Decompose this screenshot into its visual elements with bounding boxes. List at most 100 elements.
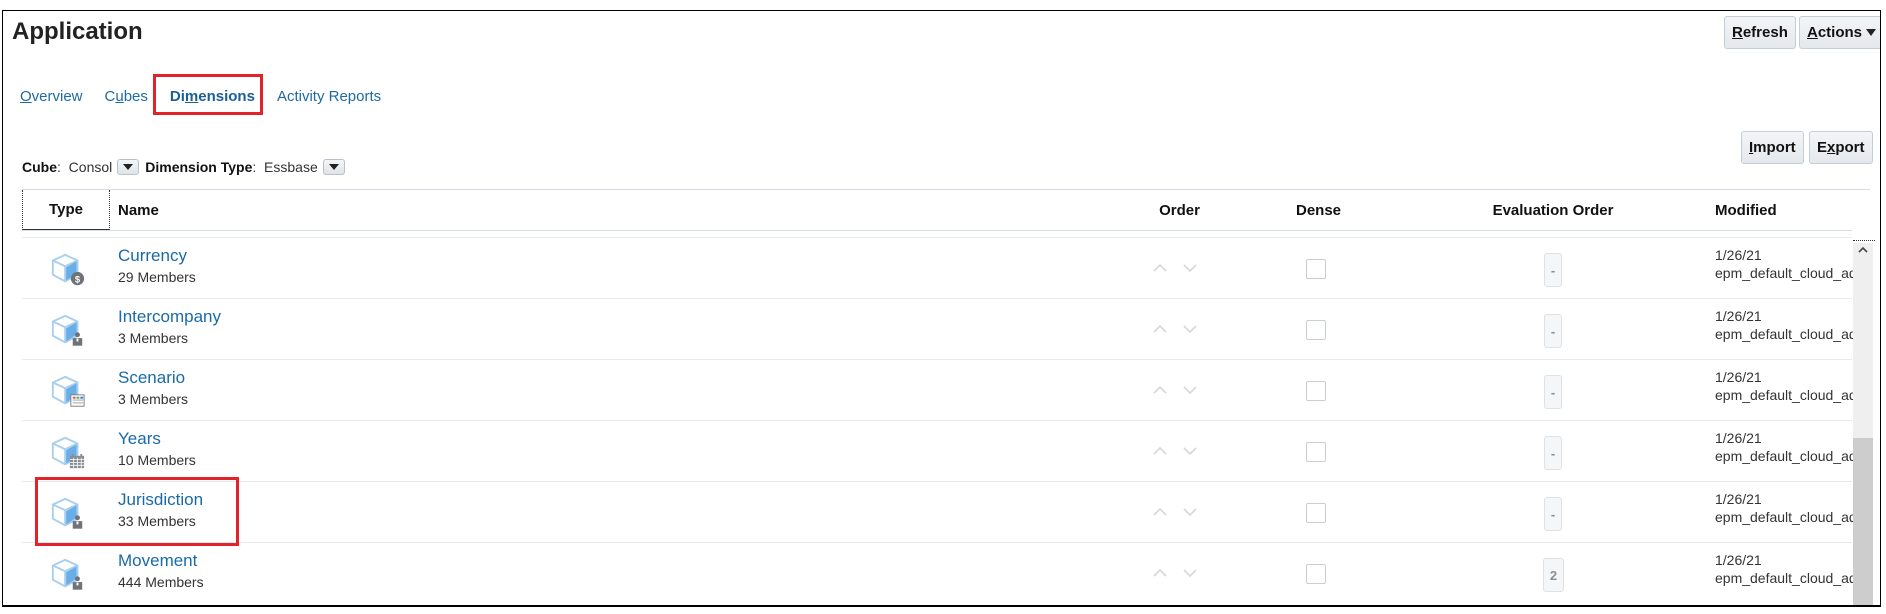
dimension-calendar-icon	[51, 436, 85, 469]
move-up-icon[interactable]	[1153, 446, 1167, 455]
modified-by: epm_default_cloud_admin	[1715, 509, 1853, 525]
actions-menu-button[interactable]: Actions	[1799, 16, 1880, 49]
tab-label-pre: Di	[169, 87, 185, 105]
dimension-name-link[interactable]: Intercompany	[118, 307, 221, 327]
move-up-icon[interactable]	[1153, 324, 1167, 333]
column-header-evaluation-order[interactable]: Evaluation Order	[1388, 190, 1718, 230]
evaluation-order-field[interactable]: 2	[1543, 558, 1564, 592]
evaluation-order-field[interactable]: -	[1544, 253, 1562, 287]
move-down-icon[interactable]	[1183, 386, 1197, 395]
table-row[interactable]: Intercompany 3 Members - 1/26/21 epm_default…	[22, 298, 1853, 359]
tab-label-pre: Activity Reports	[276, 87, 382, 105]
cube-colon: :	[57, 159, 69, 175]
export-label-key: x	[1827, 139, 1836, 156]
dimension-type-label: Dimension Type	[145, 159, 253, 175]
dimension-scenario-icon	[51, 375, 85, 407]
application-panel: Application Refresh Actions Overview Cube…	[2, 10, 1881, 607]
dense-checkbox[interactable]	[1306, 381, 1326, 401]
evaluation-order-field[interactable]: -	[1544, 436, 1562, 470]
dimension-person-icon	[51, 497, 83, 529]
table-row[interactable]: Jurisdiction 33 Members - 1/26/21 epm_defaul…	[22, 481, 1853, 542]
move-up-icon[interactable]	[1153, 263, 1167, 272]
tab-label-key: u	[115, 87, 124, 105]
export-button[interactable]: Ex port	[1809, 131, 1873, 164]
dimension-name-link[interactable]: Years	[118, 429, 161, 449]
move-up-icon[interactable]	[1153, 568, 1167, 577]
modified-date: 1/26/21	[1715, 430, 1762, 446]
order-arrows	[1153, 324, 1197, 334]
modified-by: epm_default_cloud_admin	[1715, 570, 1853, 586]
tab-dimensions[interactable]: Dimensions	[170, 88, 255, 105]
order-arrows	[1153, 446, 1197, 456]
import-label-post: mport	[1753, 139, 1796, 156]
dimension-type-dropdown-button[interactable]	[322, 159, 345, 175]
dimension-name-link[interactable]: Jurisdiction	[118, 490, 203, 510]
column-header-type[interactable]: Type	[22, 190, 110, 230]
actions-label-post: ctions	[1817, 24, 1863, 41]
member-count: 33 Members	[118, 513, 196, 529]
tab-cubes[interactable]: Cubes	[105, 88, 148, 105]
export-label-pre: E	[1817, 139, 1828, 156]
dimension-person-icon	[51, 314, 83, 346]
cube-dropdown-button[interactable]	[117, 159, 140, 175]
order-arrows	[1153, 263, 1197, 273]
modified-date: 1/26/21	[1715, 369, 1762, 385]
dense-checkbox[interactable]	[1306, 259, 1326, 279]
dimension-type-colon: :	[252, 159, 265, 175]
move-down-icon[interactable]	[1183, 508, 1197, 517]
export-label-post: port	[1835, 139, 1865, 156]
tab-label-key: m	[184, 87, 199, 105]
modified-by: epm_default_cloud_admin	[1715, 448, 1853, 464]
tab-label-post: bes	[123, 87, 148, 105]
page-title: Application	[12, 18, 143, 45]
caret-down-icon	[1866, 29, 1877, 36]
column-header-modified[interactable]: Modified	[1715, 190, 1777, 230]
dense-checkbox[interactable]	[1306, 564, 1326, 584]
refresh-button[interactable]: Refresh	[1724, 16, 1796, 49]
table-row[interactable]: Years 10 Members - 1/26/21 epm_default_cloud…	[22, 420, 1853, 481]
order-arrows	[1153, 385, 1197, 395]
modified-by: epm_default_cloud_admin	[1715, 387, 1853, 403]
modified-date: 1/26/21	[1715, 552, 1762, 568]
move-down-icon[interactable]	[1183, 325, 1197, 334]
move-down-icon[interactable]	[1183, 569, 1197, 578]
tab-activity-reports[interactable]: Activity Reports	[277, 88, 381, 105]
table-row[interactable]: Movement 444 Members 2 1/26/21 epm_default_c…	[22, 542, 1853, 603]
modified-date: 1/26/21	[1715, 308, 1762, 324]
scroll-up-icon[interactable]	[1857, 245, 1869, 255]
scrollbar-thumb[interactable]	[1853, 438, 1873, 605]
cube-label: Cube	[22, 159, 57, 175]
member-count: 3 Members	[118, 330, 189, 346]
tab-label-post: verview	[31, 87, 83, 105]
dense-checkbox[interactable]	[1306, 442, 1326, 462]
dimension-name-link[interactable]: Movement	[118, 551, 197, 571]
dimension-name-link[interactable]: Scenario	[118, 368, 185, 388]
tab-bar: Overview Cubes Dimensions Activity Reports	[20, 83, 403, 109]
tab-label-pre: C	[104, 87, 116, 105]
member-count: 29 Members	[118, 269, 196, 285]
order-arrows	[1153, 507, 1197, 517]
column-header-order[interactable]: Order	[1110, 190, 1249, 230]
move-up-icon[interactable]	[1153, 385, 1167, 394]
table-row[interactable]: Scenario 3 Members - 1/26/21 epm_default_clo…	[22, 359, 1853, 420]
move-up-icon[interactable]	[1153, 507, 1167, 516]
tab-overview[interactable]: Overview	[20, 88, 83, 105]
import-button[interactable]: Import	[1741, 131, 1804, 164]
move-down-icon[interactable]	[1183, 447, 1197, 456]
table-row[interactable]: $ Currency 29 Members - 1/26/21 epm_default_c…	[22, 237, 1853, 298]
evaluation-order-field[interactable]: -	[1544, 314, 1562, 348]
filter-bar: Cube: Consol Dimension Type: Essbase	[22, 159, 351, 175]
actions-label-key: A	[1807, 24, 1818, 41]
evaluation-order-field[interactable]: -	[1544, 497, 1562, 531]
column-header-dense[interactable]: Dense	[1249, 190, 1388, 230]
dimension-name-link[interactable]: Currency	[118, 246, 187, 266]
column-header-name[interactable]: Name	[118, 190, 159, 230]
cube-value: Consol	[68, 159, 113, 175]
vertical-scrollbar[interactable]	[1853, 243, 1873, 605]
move-down-icon[interactable]	[1183, 264, 1197, 273]
dense-checkbox[interactable]	[1306, 320, 1326, 340]
dense-checkbox[interactable]	[1306, 503, 1326, 523]
tab-label-post: ensions	[198, 87, 255, 105]
evaluation-order-field[interactable]: -	[1544, 375, 1562, 409]
modified-date: 1/26/21	[1715, 491, 1762, 507]
